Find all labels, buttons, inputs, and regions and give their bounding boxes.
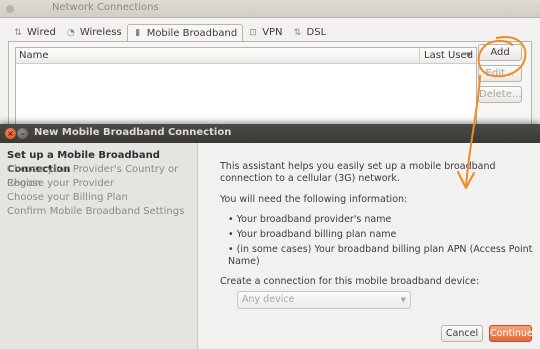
requirement-provider-name: • Your broadband provider's name [228, 214, 392, 225]
dsl-icon: ⇅ [293, 27, 302, 38]
step-confirm: Confirm Mobile Broadband Settings [7, 206, 185, 217]
tab-wireless[interactable]: ◔ Wireless [61, 24, 127, 41]
nc-window-title: Network Connections [52, 2, 159, 13]
wireless-icon: ◔ [66, 27, 75, 38]
tab-vpn[interactable]: ⊡ VPN [243, 24, 287, 41]
chevron-down-icon: ▼ [400, 296, 406, 304]
minimize-icon[interactable]: – [17, 128, 28, 139]
intro-text: This assistant helps you easily set up a… [220, 161, 496, 184]
mobile-broadband-panel: Name Last Used ▼ [8, 41, 532, 129]
nmb-window-title: New Mobile Broadband Connection [34, 127, 232, 138]
delete-button[interactable]: Delete... [478, 86, 522, 103]
tab-dsl[interactable]: ⇅ DSL [288, 24, 332, 41]
step-country: Choose your Provider's Country or Region [7, 164, 179, 189]
sort-arrow-icon: ▼ [466, 51, 472, 59]
connection-list[interactable]: Name Last Used ▼ [15, 47, 477, 125]
tab-wired[interactable]: ⇅ Wired [8, 24, 61, 41]
tab-dsl-label: DSL [306, 27, 327, 38]
step-provider: Choose your Provider [7, 178, 114, 189]
cancel-button[interactable]: Cancel [441, 325, 483, 342]
edit-button[interactable]: Edit... [478, 65, 522, 82]
need-info-text: You will need the following information: [220, 194, 408, 205]
step-billing-plan: Choose your Billing Plan [7, 192, 128, 203]
tab-mobile-broadband-label: Mobile Broadband [146, 27, 238, 39]
tab-vpn-label: VPN [262, 27, 283, 38]
tab-mobile-broadband[interactable]: ▮ Mobile Broadband [126, 24, 244, 41]
wired-icon: ⇅ [14, 27, 22, 38]
connection-list-header: Name Last Used ▼ [16, 48, 476, 64]
column-divider [419, 48, 420, 64]
add-button[interactable]: Add [478, 44, 522, 61]
connection-type-tabs: ⇅ Wired ◔ Wireless ▮ Mobile Broadband ⊡ … [8, 24, 331, 41]
tab-wireless-label: Wireless [79, 27, 122, 38]
requirement-billing-plan: • Your broadband billing plan name [228, 229, 397, 240]
new-mobile-broadband-window: × – New Mobile Broadband Connection Set … [0, 124, 540, 349]
vpn-icon: ⊡ [249, 27, 257, 38]
device-select-value: Any device [242, 294, 295, 305]
assistant-steps-sidebar: Set up a Mobile Broadband Connection Cho… [0, 143, 198, 349]
network-connections-window: Network Connections ⇅ Wired ◔ Wireless ▮… [0, 0, 540, 132]
nmb-titlebar: × – New Mobile Broadband Connection [0, 124, 540, 143]
assistant-content: This assistant helps you easily set up a… [199, 143, 540, 349]
device-select[interactable]: Any device ▼ [237, 291, 411, 309]
nc-titlebar: Network Connections [0, 0, 540, 18]
continue-button[interactable]: Continue [489, 325, 533, 342]
close-icon[interactable]: × [5, 128, 16, 139]
mobile-broadband-icon: ▮ [135, 28, 141, 38]
column-name[interactable]: Name [19, 50, 49, 61]
step-setup: Set up a Mobile Broadband Connection [7, 150, 160, 175]
requirement-apn: • (in some cases) Your broadband billing… [228, 244, 533, 267]
device-label: Create a connection for this mobile broa… [220, 276, 480, 287]
tab-wired-label: Wired [27, 27, 56, 38]
desktop: Network Connections ⇅ Wired ◔ Wireless ▮… [0, 0, 540, 349]
